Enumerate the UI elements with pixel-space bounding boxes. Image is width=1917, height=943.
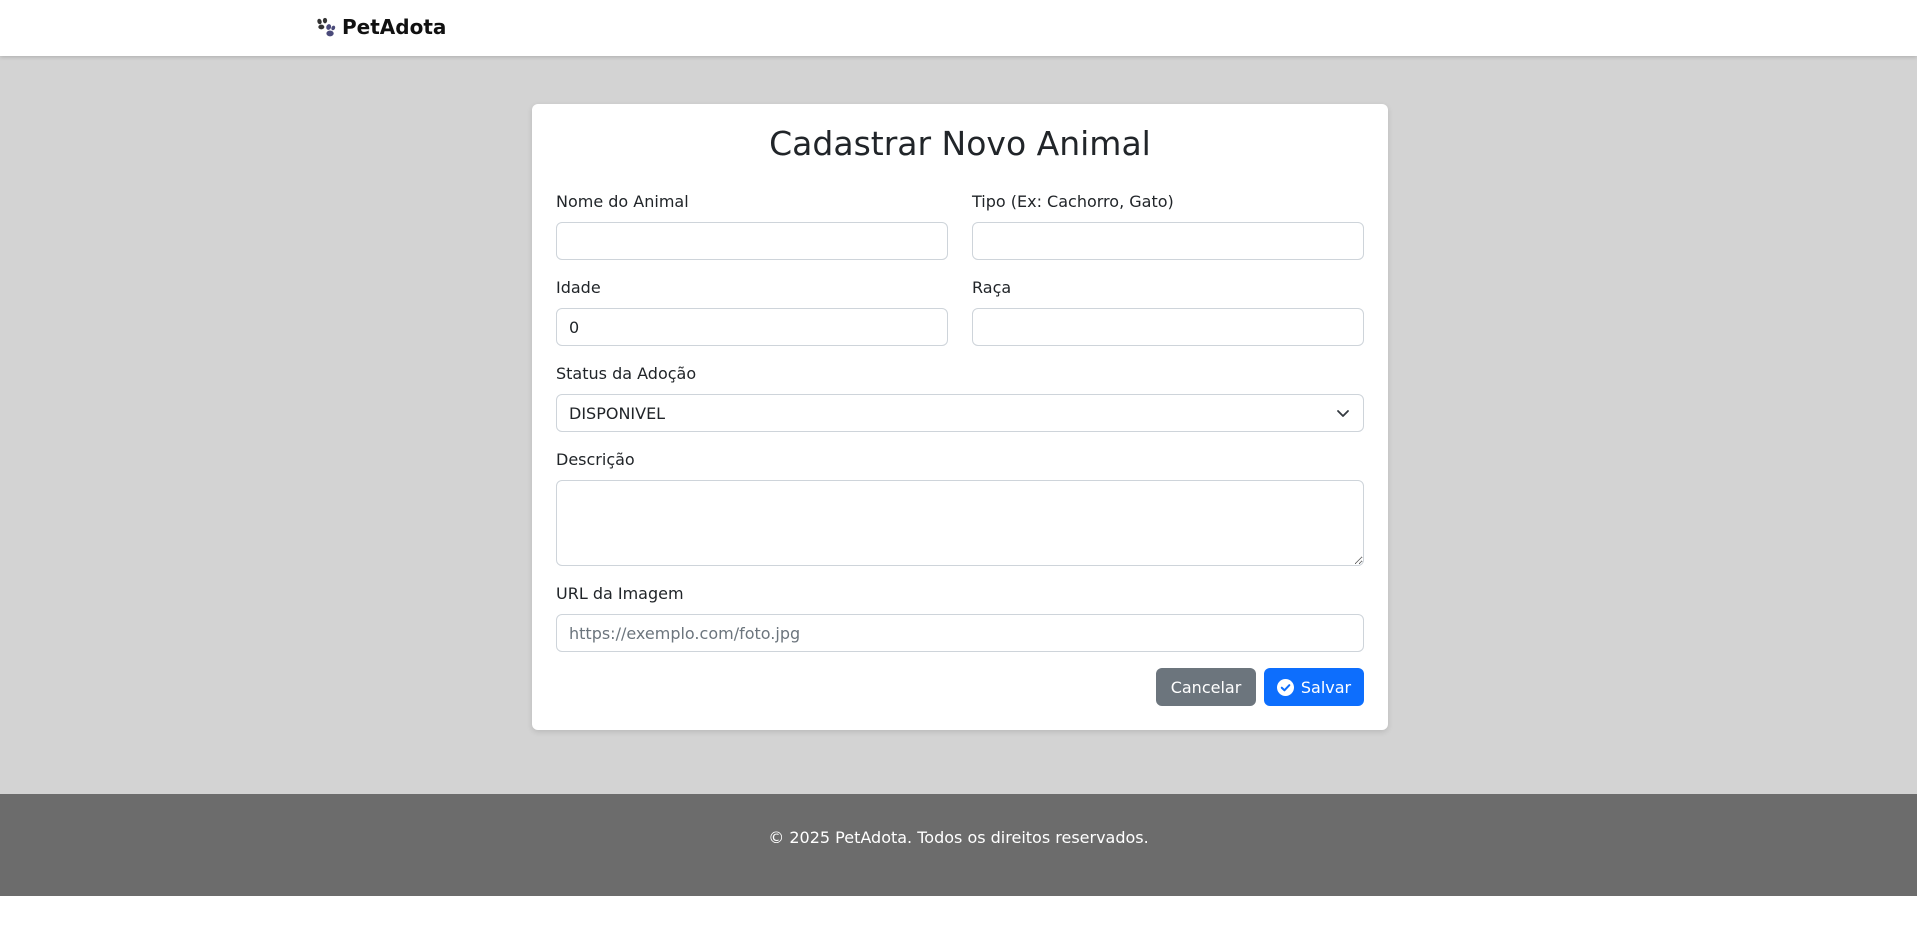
save-button[interactable]: Salvar bbox=[1264, 668, 1364, 706]
tipo-label: Tipo (Ex: Cachorro, Gato) bbox=[972, 192, 1174, 211]
status-selected-value: DISPONIVEL bbox=[569, 403, 666, 423]
chevron-down-icon bbox=[1337, 410, 1349, 417]
nome-label: Nome do Animal bbox=[556, 192, 689, 211]
copyright-text: © 2025 PetAdota. Todos os direitos reser… bbox=[768, 828, 1149, 847]
raca-input[interactable] bbox=[972, 308, 1364, 346]
main-content: Cadastrar Novo Animal Nome do Animal Tip… bbox=[0, 56, 1917, 794]
form-title: Cadastrar Novo Animal bbox=[769, 124, 1151, 163]
check-circle-icon bbox=[1276, 678, 1294, 696]
status-select[interactable]: DISPONIVEL bbox=[556, 394, 1364, 432]
descricao-textarea[interactable] bbox=[556, 480, 1364, 566]
imagem-url-input[interactable] bbox=[556, 614, 1364, 652]
save-button-label: Salvar bbox=[1300, 677, 1352, 697]
nome-input[interactable] bbox=[556, 222, 948, 260]
footer: © 2025 PetAdota. Todos os direitos reser… bbox=[0, 794, 1917, 896]
status-label: Status da Adoção bbox=[556, 364, 697, 383]
raca-label: Raça bbox=[972, 278, 1012, 297]
navbar: PetAdota bbox=[0, 0, 1917, 56]
paw-icon bbox=[317, 17, 336, 37]
imagem-label: URL da Imagem bbox=[556, 584, 684, 603]
cancel-button-label: Cancelar bbox=[1170, 677, 1242, 697]
idade-label: Idade bbox=[556, 278, 601, 297]
register-animal-card: Cadastrar Novo Animal Nome do Animal Tip… bbox=[532, 104, 1388, 730]
idade-input[interactable] bbox=[556, 308, 948, 346]
tipo-input[interactable] bbox=[972, 222, 1364, 260]
brand-link[interactable]: PetAdota bbox=[314, 15, 446, 39]
cancel-button[interactable]: Cancelar bbox=[1156, 668, 1256, 706]
descricao-label: Descrição bbox=[556, 450, 635, 469]
brand-name: PetAdota bbox=[342, 15, 447, 39]
